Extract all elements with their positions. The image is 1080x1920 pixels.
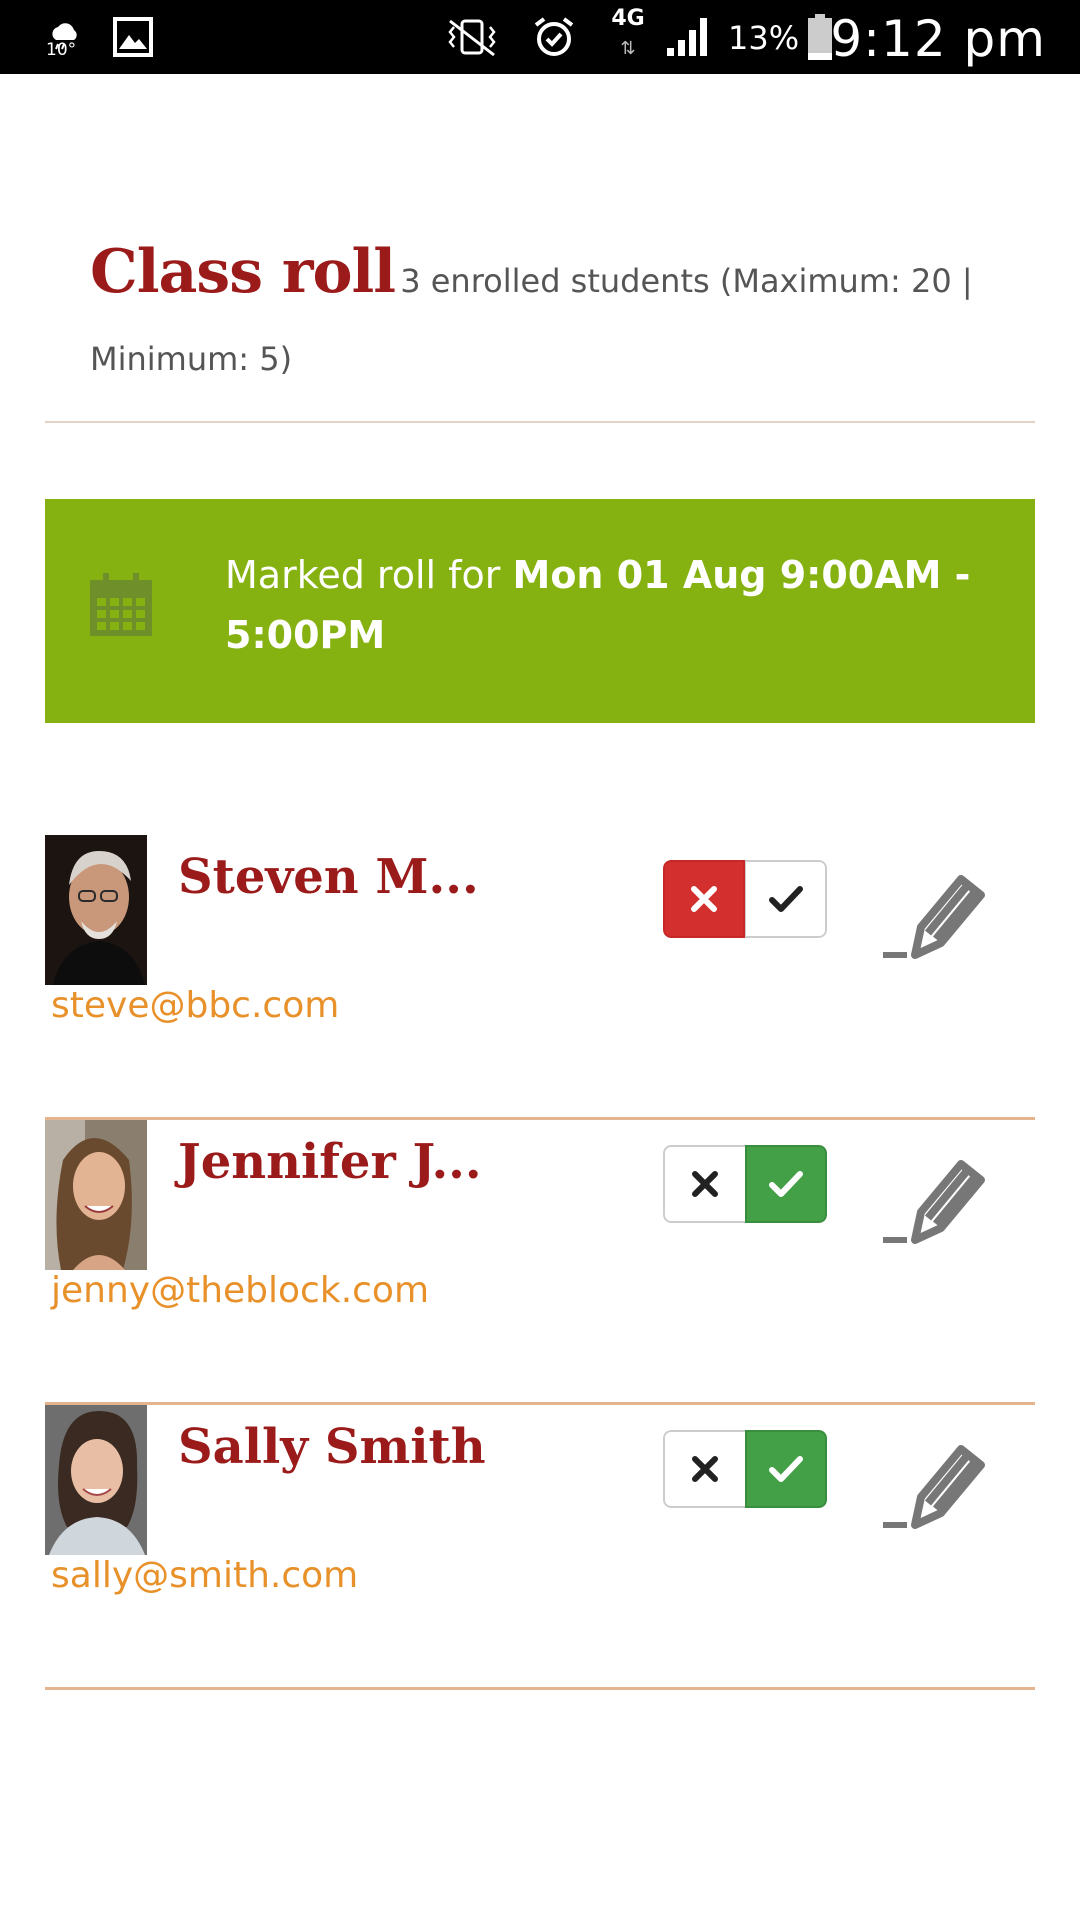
student-row: Jennifer J... jenny@theblock.com [45, 1120, 1035, 1405]
mark-absent-button[interactable] [663, 1145, 745, 1223]
mark-present-button[interactable] [745, 860, 827, 938]
mark-present-button[interactable] [745, 1145, 827, 1223]
student-email[interactable]: jenny@theblock.com [51, 1270, 429, 1311]
enrollment-summary-line1: 3 enrolled students (Maximum: 20 | [400, 262, 973, 300]
edit-pencil-icon[interactable] [881, 1441, 987, 1531]
attendance-toggle [663, 1430, 827, 1508]
marked-roll-banner: Marked roll for Mon 01 Aug 9:00AM - 5:00… [45, 499, 1035, 723]
marked-roll-date-line1: Mon 01 Aug 9:00AM - [512, 553, 971, 597]
attendance-toggle [663, 860, 827, 938]
avatar[interactable] [45, 1405, 147, 1555]
weather-temperature: 10° [46, 40, 77, 60]
header-divider [45, 421, 1035, 423]
signal-icon [664, 0, 714, 74]
clock-time: 9:12 pm [830, 10, 1046, 68]
check-icon [769, 1171, 803, 1197]
marked-roll-prefix: Marked roll for [225, 553, 513, 597]
student-name[interactable]: Sally Smith [178, 1419, 486, 1475]
cross-icon [691, 886, 717, 912]
attendance-toggle [663, 1145, 827, 1223]
class-roll-header: Class roll 3 enrolled students (Maximum:… [90, 236, 990, 401]
vibrate-icon [444, 0, 500, 74]
check-icon [769, 1456, 803, 1482]
student-row: Steven M... steve@bbc.com [45, 835, 1035, 1120]
row-divider [45, 1687, 1035, 1690]
marked-roll-date-line2: 5:00PM [225, 613, 386, 657]
cross-icon [692, 1171, 718, 1197]
mark-present-button[interactable] [745, 1430, 827, 1508]
network-type: 4G [611, 6, 645, 31]
avatar[interactable] [45, 1120, 147, 1270]
status-bar: 10° 4G ⇅ 13% 9:12 pm [0, 0, 1080, 74]
gallery-icon [110, 0, 156, 74]
mark-absent-button[interactable] [663, 1430, 745, 1508]
avatar[interactable] [45, 835, 147, 985]
cross-icon [692, 1456, 718, 1482]
mark-absent-button[interactable] [663, 860, 745, 938]
weather-icon [42, 0, 88, 74]
student-email[interactable]: steve@bbc.com [51, 985, 339, 1026]
marked-roll-text: Marked roll for Mon 01 Aug 9:00AM - 5:00… [225, 545, 985, 665]
battery-percent: 13% [728, 19, 800, 57]
check-icon [768, 886, 803, 912]
enrollment-summary-line2: Minimum: 5) [90, 340, 293, 378]
calendar-icon [89, 571, 153, 637]
alarm-icon [530, 0, 578, 74]
student-row: Sally Smith sally@smith.com [45, 1405, 1035, 1690]
network-activity-icon: ⇅ [620, 38, 636, 59]
student-name[interactable]: Steven M... [178, 849, 479, 905]
edit-pencil-icon[interactable] [881, 1156, 987, 1246]
student-name[interactable]: Jennifer J... [178, 1134, 482, 1190]
edit-pencil-icon[interactable] [881, 871, 987, 961]
page-title: Class roll [90, 237, 396, 307]
student-email[interactable]: sally@smith.com [51, 1555, 358, 1596]
